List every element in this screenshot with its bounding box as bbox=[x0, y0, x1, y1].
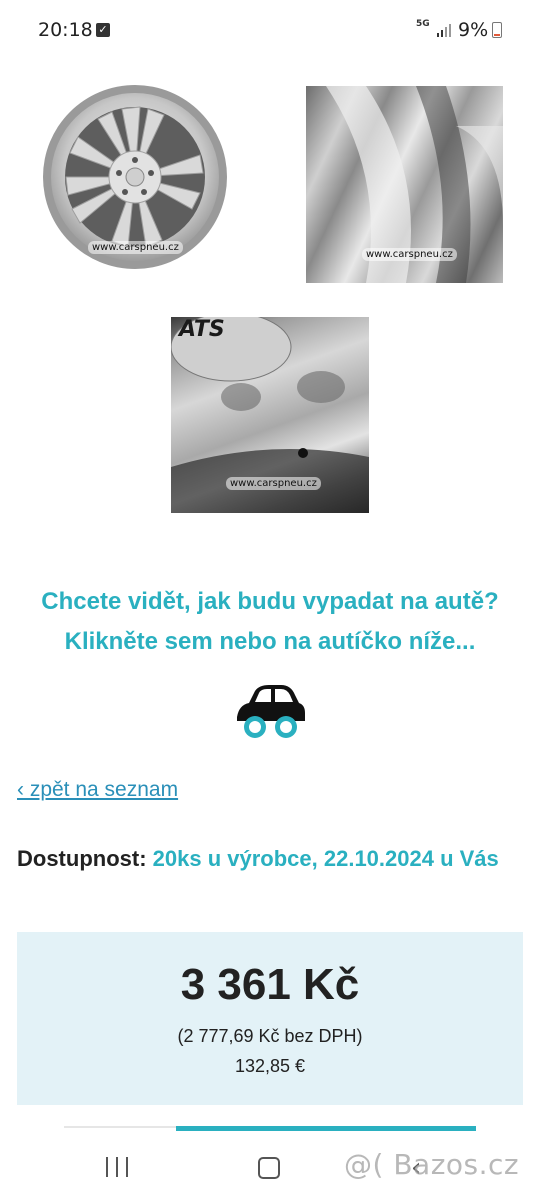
car-icon[interactable] bbox=[233, 683, 307, 743]
home-icon[interactable] bbox=[258, 1157, 280, 1179]
scroll-indicator[interactable] bbox=[176, 1126, 476, 1131]
product-photo-hub[interactable]: ATS www.carspneu.cz bbox=[171, 317, 369, 513]
price-main: 3 361 Kč bbox=[180, 960, 360, 1009]
battery-icon bbox=[492, 22, 502, 38]
photo-watermark: www.carspneu.cz bbox=[88, 241, 183, 254]
preview-on-car-hint[interactable]: Klikněte sem nebo na autíčko níže... bbox=[0, 623, 540, 661]
availability: Dostupnost: 20ks u výrobce, 22.10.2024 u… bbox=[17, 842, 507, 876]
availability-value: 20ks u výrobce, 22.10.2024 u Vás bbox=[152, 846, 499, 871]
price-eur: 132,85 € bbox=[234, 1056, 306, 1076]
signal-icon bbox=[437, 24, 451, 37]
price-box: 3 361 Kč (2 777,69 Kč bez DPH) 132,85 € bbox=[17, 932, 523, 1105]
availability-label: Dostupnost: bbox=[17, 846, 147, 871]
preview-on-car-link[interactable]: Chcete vidět, jak budu vypadat na autě? bbox=[0, 583, 540, 621]
network-type: 5G bbox=[416, 19, 430, 29]
product-photo-detail[interactable]: www.carspneu.cz bbox=[306, 86, 503, 283]
recent-apps-icon[interactable] bbox=[106, 1157, 130, 1177]
brand-logo: ATS bbox=[179, 317, 225, 342]
status-bar: 20:18 ✓ 5G 9% bbox=[0, 0, 540, 62]
photo-watermark: www.carspneu.cz bbox=[226, 477, 321, 490]
product-photo-wheel[interactable]: www.carspneu.cz bbox=[40, 85, 230, 275]
battery-percent: 9% bbox=[458, 19, 489, 41]
check-notification-icon: ✓ bbox=[96, 23, 110, 37]
site-watermark: @( Bazos.cz bbox=[344, 1148, 520, 1181]
status-time: 20:18 bbox=[38, 19, 93, 41]
price-without-vat: (2 777,69 Kč bez DPH) bbox=[177, 1026, 363, 1046]
photo-watermark: www.carspneu.cz bbox=[362, 248, 457, 261]
back-to-list-link[interactable]: ‹ zpět na seznam bbox=[17, 778, 178, 802]
